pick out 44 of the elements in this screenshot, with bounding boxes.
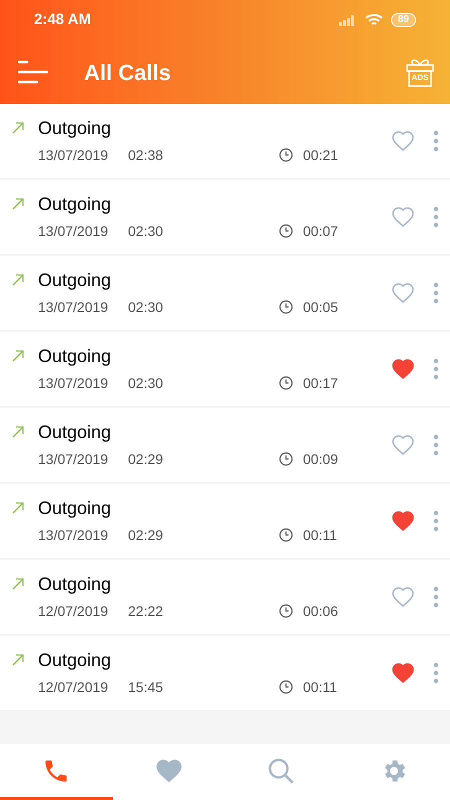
call-date: 12/07/2019: [38, 602, 110, 620]
call-date: 13/07/2019: [38, 298, 110, 316]
call-duration: 00:07: [303, 222, 340, 240]
call-duration: 00:21: [303, 146, 340, 164]
call-time: 02:29: [128, 526, 164, 544]
call-date: 13/07/2019: [38, 374, 110, 392]
call-type: Outgoing: [38, 116, 112, 138]
screen-title: All Calls: [84, 58, 172, 86]
call-row[interactable]: Outgoing 12/07/2019 15:45 00:11: [0, 636, 450, 710]
call-duration: 00:11: [303, 526, 338, 544]
call-type: Outgoing: [38, 572, 112, 594]
call-date: 13/07/2019: [38, 146, 110, 164]
call-type: Outgoing: [38, 268, 112, 290]
status-time: 2:48 AM: [34, 10, 91, 30]
call-time: 02:30: [128, 222, 164, 240]
call-time: 22:22: [128, 602, 164, 620]
call-date: 12/07/2019: [38, 678, 110, 696]
call-date: 13/07/2019: [38, 222, 110, 240]
call-duration: 00:05: [303, 298, 340, 316]
call-time: 15:45: [128, 678, 164, 696]
call-time: 02:38: [128, 146, 164, 164]
call-row[interactable]: Outgoing 13/07/2019 02:29 00:09: [0, 408, 450, 482]
call-type: Outgoing: [38, 496, 112, 518]
ads-label: ADS: [410, 73, 430, 83]
call-row[interactable]: Outgoing 13/07/2019 02:29 00:11: [0, 484, 450, 558]
call-date: 13/07/2019: [38, 450, 110, 468]
call-date: 13/07/2019: [38, 526, 110, 544]
call-row[interactable]: Outgoing 13/07/2019 02:38 00:21: [0, 104, 450, 178]
call-duration: 00:09: [303, 450, 340, 468]
call-row[interactable]: Outgoing 13/07/2019 02:30 00:17: [0, 332, 450, 406]
call-duration: 00:11: [303, 678, 338, 696]
call-type: Outgoing: [38, 420, 112, 442]
battery-level: 89: [390, 13, 416, 27]
call-time: 02:30: [128, 298, 164, 316]
call-time: 02:29: [128, 450, 164, 468]
call-row[interactable]: Outgoing 12/07/2019 22:22 00:06: [0, 560, 450, 634]
call-type: Outgoing: [38, 192, 112, 214]
call-row[interactable]: Outgoing 13/07/2019 02:30 00:07: [0, 180, 450, 254]
call-type: Outgoing: [38, 648, 112, 670]
call-row[interactable]: Outgoing 13/07/2019 02:30 00:05: [0, 256, 450, 330]
call-time: 02:30: [128, 374, 164, 392]
call-duration: 00:17: [303, 374, 340, 392]
call-type: Outgoing: [38, 344, 112, 366]
call-duration: 00:06: [303, 602, 340, 620]
